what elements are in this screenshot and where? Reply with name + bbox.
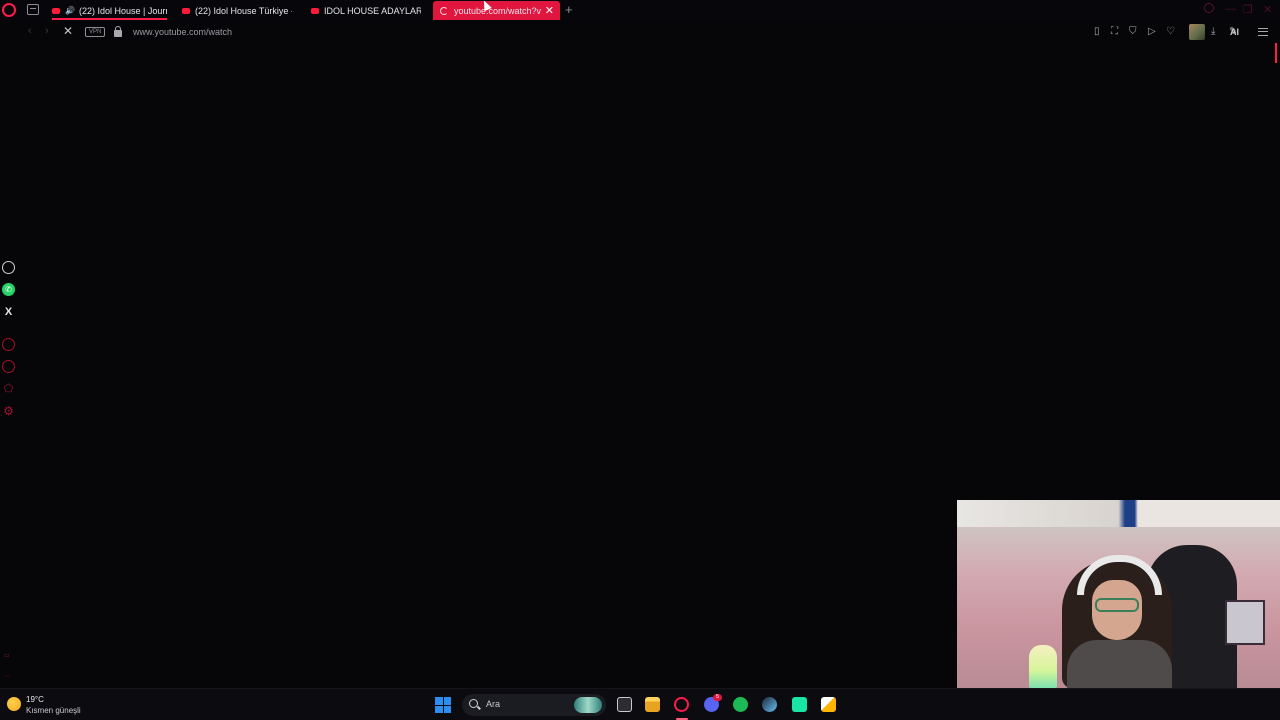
tab-label: youtube.com/watch?v [454,5,542,16]
vpn-badge[interactable]: VPN [85,27,106,37]
play-icon[interactable]: ▷ [1148,26,1156,37]
loading-spinner-icon [440,6,448,15]
discord-badge: 5 [713,694,722,701]
tab-youtube-watch-active[interactable]: youtube.com/watch?v ✕ [433,1,560,20]
x-icon[interactable]: X [2,305,15,318]
search-placeholder: Ara [486,699,501,709]
close-window-icon[interactable]: ✕ [1263,3,1272,16]
screen: 🔊 (22) Idol House | Journ (22) Idol Hous… [0,0,1280,720]
file-explorer-icon[interactable] [645,697,660,712]
spotify-icon[interactable] [733,697,748,712]
tab-menu-icon[interactable] [27,4,39,15]
whatsapp-icon[interactable]: ✆ [2,283,15,296]
youtube-icon [182,7,190,14]
player-icon[interactable] [2,338,15,351]
heart-icon[interactable]: ♡ [1166,26,1175,37]
menu-icon[interactable] [1258,28,1268,36]
lock-icon[interactable] [114,26,122,37]
pinboard-icon[interactable]: ⬠ [2,382,15,395]
tab-idol-house-adaylari[interactable]: IDOL HOUSE ADAYLARI - [311,1,421,20]
tab-label: (22) Idol House | Journ [78,5,167,16]
close-tab-icon[interactable]: ✕ [545,4,554,17]
download-icon[interactable]: ⤓ [1211,26,1215,37]
tab-idol-house-journ[interactable]: 🔊 (22) Idol House | Journ [52,1,167,20]
opera-logo-icon[interactable] [2,3,16,17]
webcam-top-strip [957,500,1280,527]
ai-button[interactable]: AI [1230,27,1239,37]
streamer-hoodie [1067,640,1172,688]
minimize-icon[interactable]: — [1225,3,1236,15]
extensions-icon[interactable]: ▭ [4,652,10,659]
opera-gx-icon[interactable] [674,697,689,712]
snapshot-icon[interactable]: ▯ [1094,26,1100,37]
desk-lamp [1029,645,1057,688]
tab-idol-house-turkiye[interactable]: (22) Idol House Türkiye - [182,1,292,20]
accent-bar [1275,43,1277,63]
weather-desc[interactable]: Kısmen güneşli [26,706,81,715]
profile-avatar[interactable] [1189,24,1205,40]
address-bar: ‹ › ✕ VPN www.youtube.com/watch ▯ ⛶ ⛉ ▷ … [0,21,1280,63]
search-highlight-art [574,697,602,713]
headphones [1077,555,1162,595]
shield-icon[interactable]: ⛉ [1129,26,1137,37]
chatgpt-icon[interactable] [2,261,15,274]
glasses [1095,598,1139,612]
crop-icon[interactable]: ⛶ [1111,26,1118,37]
steam-icon[interactable] [762,697,777,712]
weather-sun-icon[interactable] [7,697,21,711]
back-icon[interactable]: ‹ [28,25,32,37]
webcam-overlay [957,500,1280,688]
task-view-icon[interactable] [617,697,632,712]
taskbar: 19°C Kısmen güneşli Ara 5 [0,688,1280,720]
tab-label: IDOL HOUSE ADAYLARI - [324,5,421,16]
weather-temp[interactable]: 19°C [26,695,44,704]
search-tabs-icon[interactable] [1204,3,1214,13]
app-icon[interactable] [821,697,836,712]
tab-label: (22) Idol House Türkiye - [195,5,292,16]
history-icon[interactable] [2,360,15,373]
app-icon[interactable] [792,697,807,712]
youtube-icon [311,7,319,14]
youtube-icon [52,7,60,14]
search-icon [469,699,478,708]
taskbar-search[interactable]: Ara [462,694,606,716]
forward-icon[interactable]: › [45,25,49,37]
stop-loading-icon[interactable]: ✕ [63,24,73,38]
windows-start-icon[interactable] [435,697,451,713]
url-field[interactable]: www.youtube.com/watch [133,27,232,37]
tab-strip: 🔊 (22) Idol House | Journ (22) Idol Hous… [0,0,1280,21]
settings-icon[interactable]: ⚙ [2,404,15,418]
maximize-icon[interactable]: ❐ [1243,3,1253,16]
more-icon[interactable]: ⋯ [4,673,10,680]
wall-poster [1225,600,1265,645]
speaker-icon[interactable]: 🔊 [65,6,75,15]
new-tab-button[interactable]: + [565,2,573,17]
